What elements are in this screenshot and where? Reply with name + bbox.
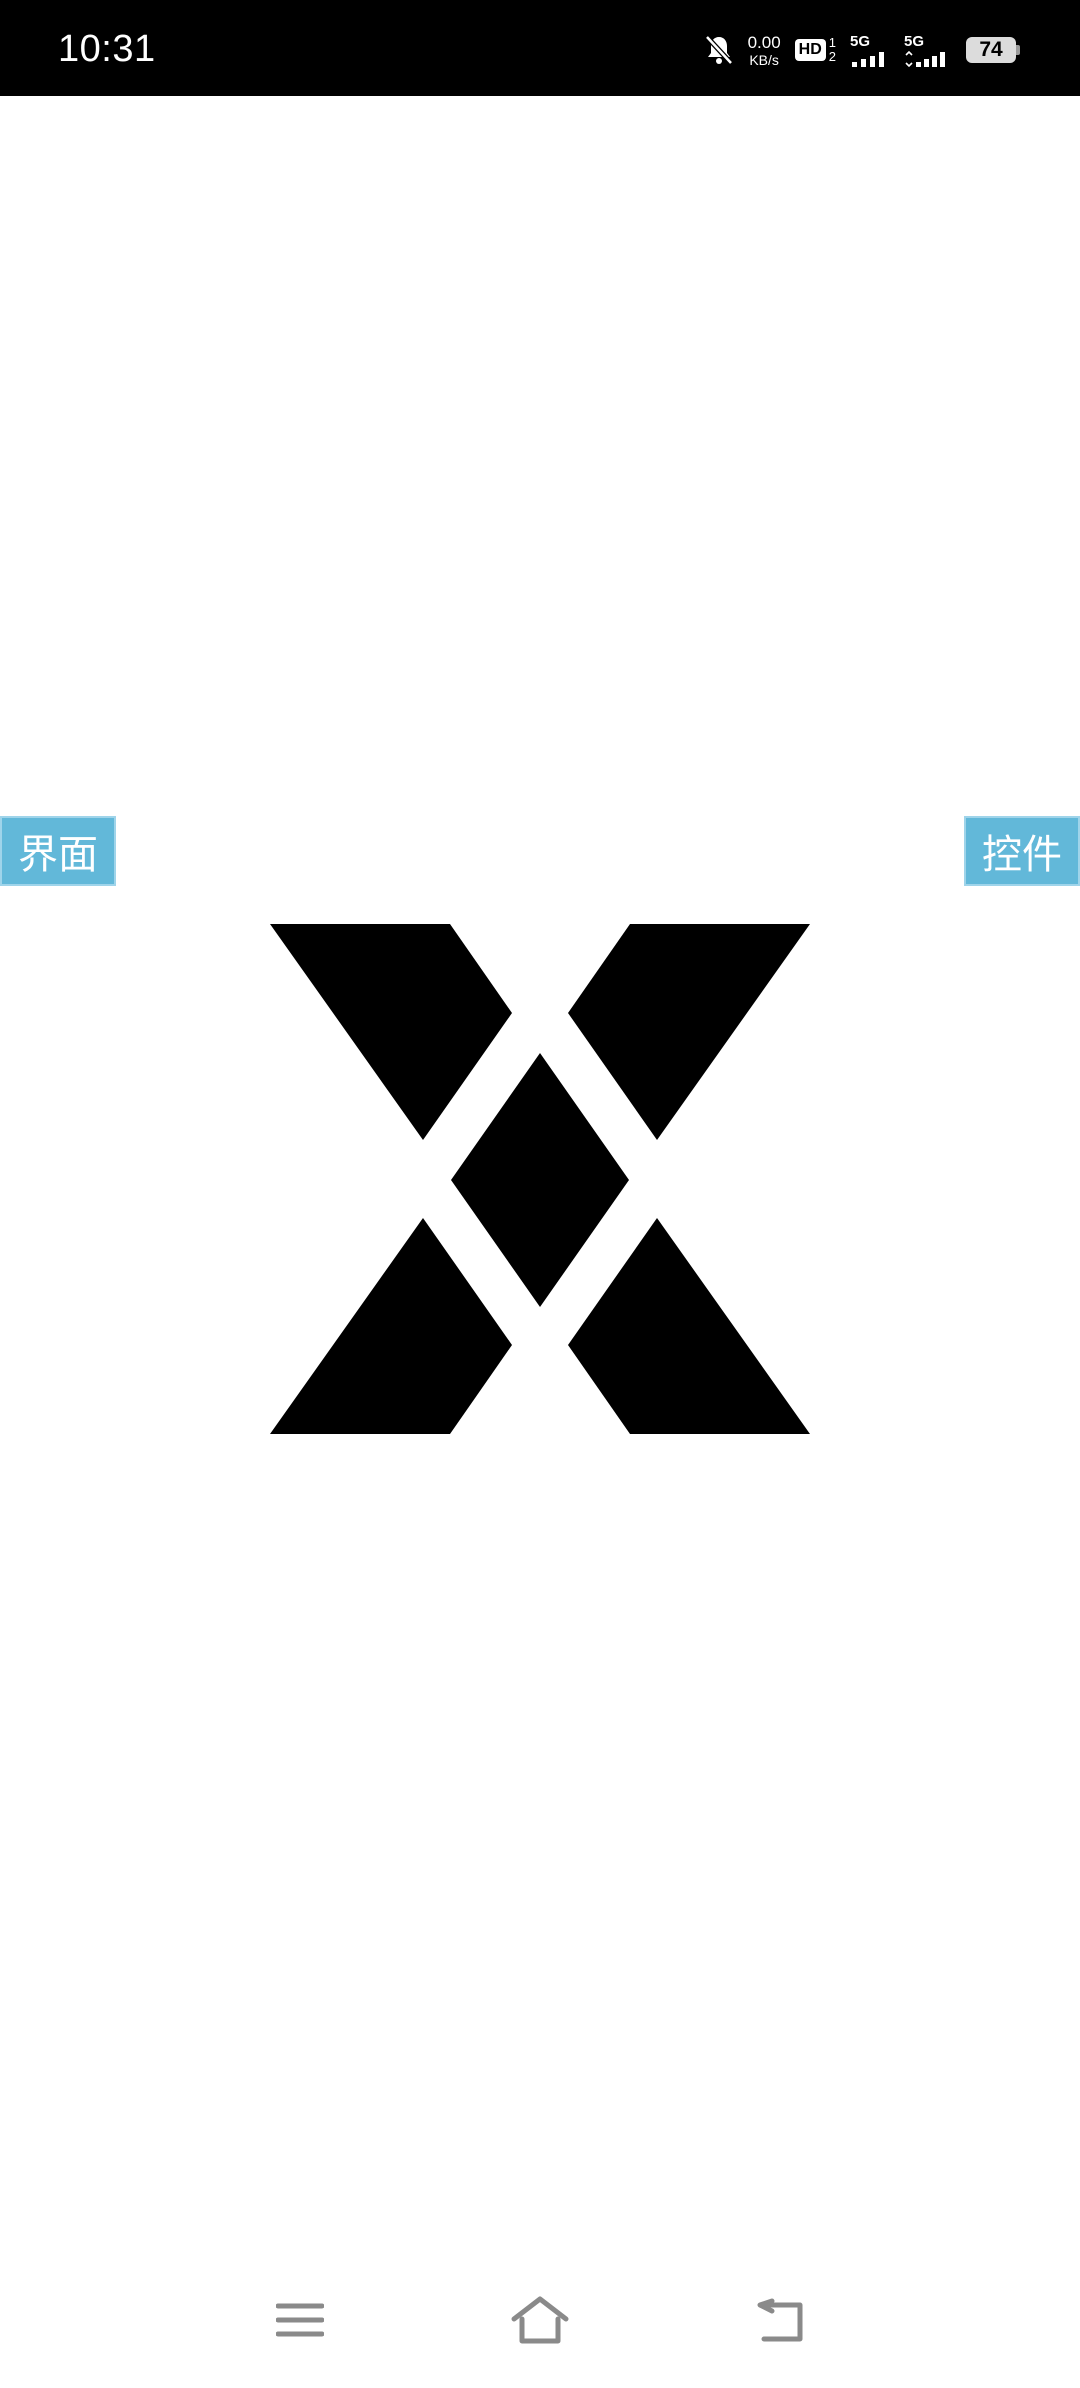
battery-icon: 74 xyxy=(966,37,1020,63)
network-speed-unit: KB/s xyxy=(749,51,779,68)
bell-muted-icon xyxy=(704,34,734,66)
tab-interface[interactable]: 界面 xyxy=(0,816,116,886)
x-logo-icon xyxy=(270,924,810,1434)
hd-label: HD xyxy=(794,39,826,61)
signal-1-label: 5G xyxy=(850,32,871,50)
home-button[interactable] xyxy=(505,2290,575,2350)
signal-icon: 5G xyxy=(850,34,890,67)
network-speed-value: 0.00 xyxy=(747,32,781,52)
navigation-bar xyxy=(0,2270,1080,2370)
signal-2-label: 5G xyxy=(904,32,925,50)
tab-controls[interactable]: 控件 xyxy=(964,816,1080,886)
home-icon xyxy=(511,2296,569,2344)
hd-digits: 1 2 xyxy=(828,34,836,65)
network-speed: 0.00 KB/s xyxy=(748,34,781,67)
signal-icon-secondary: 5G xyxy=(904,34,952,67)
back-icon xyxy=(757,2298,803,2342)
menu-icon xyxy=(276,2303,324,2337)
menu-button[interactable] xyxy=(265,2290,335,2350)
battery-level: 74 xyxy=(966,37,1016,63)
status-time: 10:31 xyxy=(58,28,156,70)
battery-tip xyxy=(1016,45,1020,55)
status-icons: 0.00 KB/s HD 1 2 5G 5G 74 xyxy=(704,30,1020,70)
status-bar: 10:31 0.00 KB/s HD 1 2 5G 5G 74 xyxy=(0,0,1080,96)
hd-voice-icon: HD 1 2 xyxy=(794,34,836,65)
hd-digit-top: 1 xyxy=(828,34,836,50)
hd-digit-bottom: 2 xyxy=(828,49,836,64)
back-button[interactable] xyxy=(745,2290,815,2350)
